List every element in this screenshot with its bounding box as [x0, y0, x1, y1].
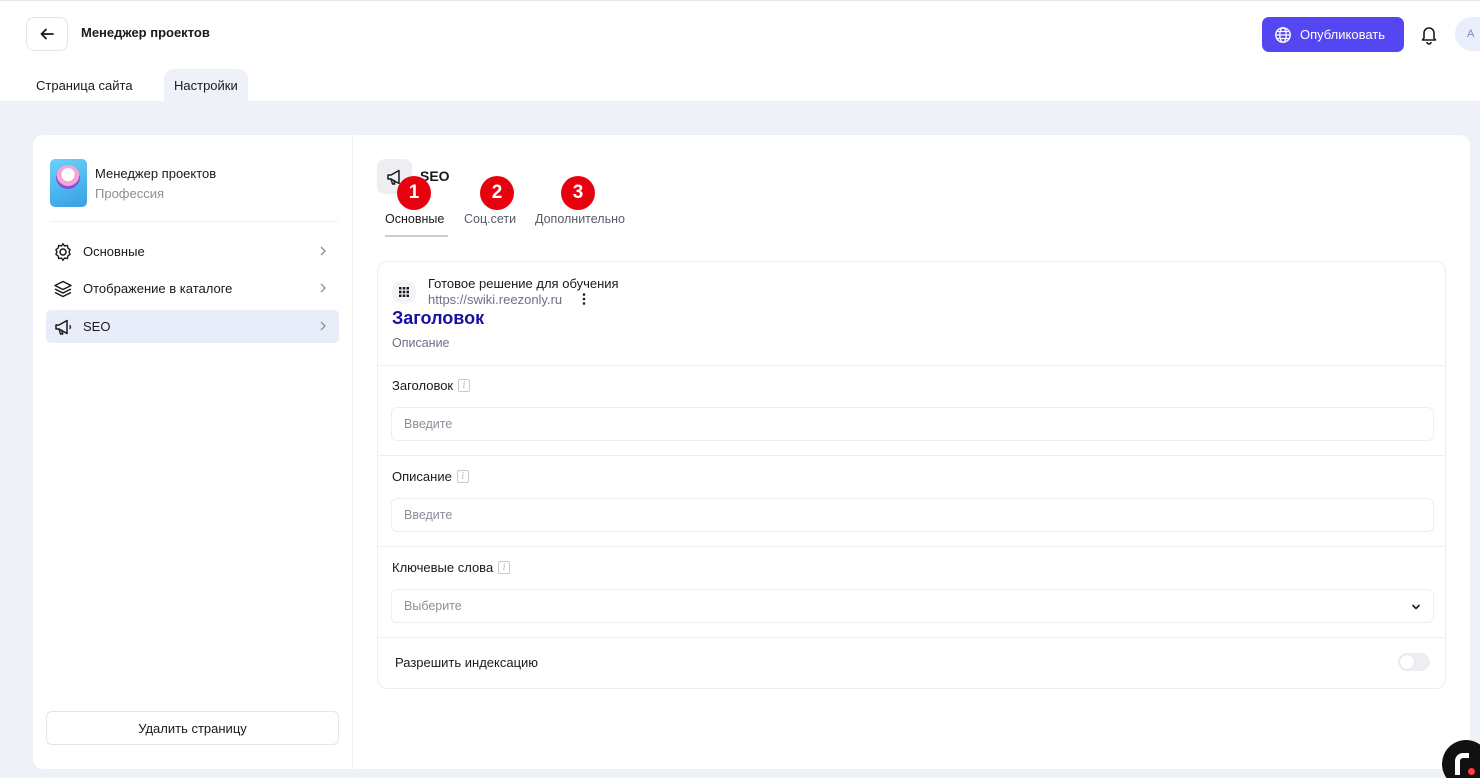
- globe-icon: [1275, 26, 1291, 43]
- field-label-text: Ключевые слова: [392, 560, 494, 575]
- gear-icon: [52, 241, 74, 263]
- arrow-left-icon: [40, 28, 54, 40]
- sidebar-item-catalog[interactable]: Отображение в каталоге: [46, 272, 339, 305]
- info-icon[interactable]: i: [456, 470, 469, 483]
- seo-title-input[interactable]: Введите: [391, 407, 1434, 441]
- settings-card: Менеджер проектов Профессия Основные Ото…: [33, 135, 1470, 769]
- info-icon[interactable]: i: [458, 379, 471, 392]
- favicon: [392, 280, 416, 304]
- seo-form: Готовое решение для обучения https://swi…: [377, 261, 1446, 689]
- step-badge-3: 3: [561, 176, 595, 210]
- info-icon[interactable]: i: [498, 561, 511, 574]
- megaphone-icon: [52, 316, 74, 338]
- toggle-knob: [1400, 655, 1414, 669]
- chevron-right-icon: [320, 246, 326, 256]
- description-field-label: Описание i: [392, 469, 469, 484]
- subtab-additional[interactable]: Дополнительно: [535, 212, 625, 226]
- notification-dot: [1468, 768, 1475, 775]
- project-thumbnail: [50, 159, 87, 207]
- chevron-down-icon: [1411, 604, 1421, 610]
- divider: [378, 546, 1445, 547]
- sidebar-item-label: Основные: [83, 244, 145, 259]
- divider: [378, 455, 1445, 456]
- keywords-select-value: Выберите: [404, 599, 462, 613]
- title-field-label: Заголовок i: [392, 378, 471, 393]
- chevron-right-icon: [320, 283, 326, 293]
- sidebar-divider: [50, 221, 338, 222]
- user-avatar[interactable]: А: [1455, 17, 1480, 51]
- app-title: Менеджер проектов: [81, 25, 210, 40]
- widget-logo-icon: [1455, 753, 1469, 775]
- bell-icon[interactable]: [1418, 23, 1440, 45]
- keywords-field-label: Ключевые слова i: [392, 560, 511, 575]
- preview-site-name: Готовое решение для обучения: [428, 276, 619, 291]
- step-badge-1: 1: [397, 176, 431, 210]
- field-label-text: Заголовок: [392, 378, 454, 393]
- grid-icon: [399, 287, 409, 297]
- settings-sidebar: Менеджер проектов Профессия Основные Ото…: [33, 135, 353, 769]
- subtab-social[interactable]: Соц.сети: [464, 212, 516, 226]
- keywords-select[interactable]: Выберите: [391, 589, 1434, 623]
- publish-button[interactable]: Опубликовать: [1262, 17, 1404, 52]
- preview-description: Описание: [392, 336, 450, 350]
- delete-page-button[interactable]: Удалить страницу: [46, 711, 339, 745]
- indexing-label: Разрешить индексацию: [395, 655, 539, 670]
- divider: [378, 637, 1445, 638]
- chevron-right-icon: [320, 321, 326, 331]
- top-bar: Менеджер проектов Опубликовать А Страниц…: [0, 0, 1480, 102]
- back-button[interactable]: [26, 17, 68, 51]
- step-badge-2: 2: [480, 176, 514, 210]
- tab-settings[interactable]: Настройки: [164, 69, 248, 102]
- tab-site-page[interactable]: Страница сайта: [26, 69, 143, 102]
- indexing-toggle[interactable]: [1398, 653, 1430, 671]
- seo-panel: SEO 1 2 3 Основные Соц.сети Дополнительн…: [353, 135, 1470, 769]
- sidebar-item-main[interactable]: Основные: [46, 235, 339, 268]
- project-subtitle: Профессия: [95, 186, 165, 201]
- seo-description-input[interactable]: Введите: [391, 498, 1434, 532]
- subtab-active-indicator: [385, 235, 448, 237]
- project-name: Менеджер проектов: [95, 166, 217, 181]
- preview-title: Заголовок: [392, 308, 485, 328]
- publish-label: Опубликовать: [1300, 27, 1386, 42]
- field-label-text: Описание: [392, 469, 452, 484]
- more-vertical-icon[interactable]: [581, 292, 587, 306]
- layers-icon: [52, 278, 74, 300]
- divider: [378, 365, 1445, 366]
- sidebar-item-seo[interactable]: SEO: [46, 310, 339, 343]
- subtab-main[interactable]: Основные: [385, 212, 444, 226]
- sidebar-item-label: Отображение в каталоге: [83, 281, 233, 296]
- sidebar-item-label: SEO: [83, 319, 111, 334]
- preview-url: https://swiki.reezonly.ru: [428, 292, 563, 307]
